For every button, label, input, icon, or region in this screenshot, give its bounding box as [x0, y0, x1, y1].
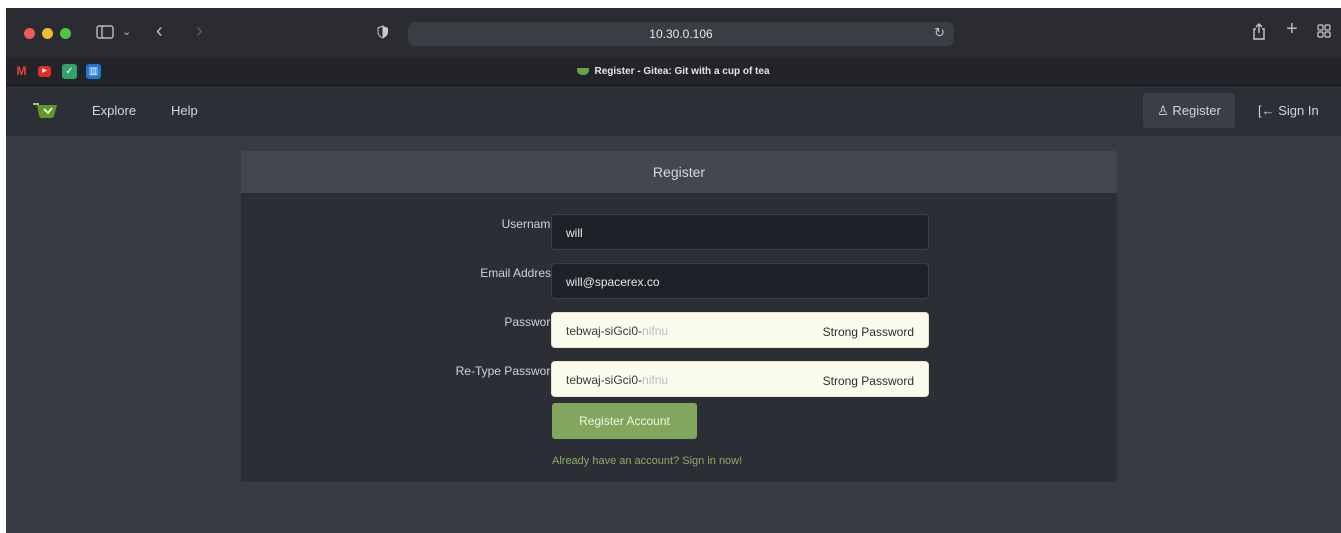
address-bar[interactable]: 10.30.0.106 ↻	[408, 22, 954, 46]
username-field[interactable]: will	[551, 214, 929, 250]
browser-toolbar: ⌄ ‹ › 10.30.0.106 ↻ +	[6, 8, 1341, 58]
password-label-text: Password	[504, 315, 557, 329]
nav-register-button[interactable]: ♙ Register	[1143, 93, 1235, 128]
browser-window: ⌄ ‹ › 10.30.0.106 ↻ + M ▶ ✓ ▥ Register -…	[6, 8, 1341, 533]
sidebar-icon[interactable]	[96, 25, 114, 43]
gitea-logo-icon[interactable]	[32, 102, 58, 118]
retype-password-value: tebwaj-siGci0-nifnu	[566, 362, 668, 398]
username-label: Username*	[501, 214, 565, 231]
password-value-faded: nifnu	[642, 324, 669, 338]
tab-overview-icon[interactable]	[1317, 24, 1331, 42]
strong-password-hint[interactable]: Strong Password	[823, 314, 914, 350]
forward-icon[interactable]: ›	[196, 21, 203, 41]
gitea-navbar: Explore Help ♙ Register [← Sign In	[6, 86, 1341, 136]
password-field[interactable]: tebwaj-siGci0-nifnu Strong Password	[551, 312, 929, 348]
username-value: will	[566, 226, 583, 240]
retype-password-field[interactable]: tebwaj-siGci0-nifnu Strong Password	[551, 361, 929, 397]
retype-password-label-text: Re-Type Password	[455, 364, 557, 378]
register-card-header: Register	[241, 151, 1117, 193]
tab-title[interactable]: Register - Gitea: Git with a cup of tea	[6, 66, 1341, 77]
gitea-tab-icon	[577, 67, 590, 75]
address-url: 10.30.0.106	[649, 27, 713, 41]
retype-password-value-visible: tebwaj-siGci0-	[566, 373, 643, 387]
retype-password-value-faded: nifnu	[642, 373, 669, 387]
tab-title-text: Register - Gitea: Git with a cup of tea	[594, 66, 770, 77]
email-label: Email Address*	[480, 263, 565, 280]
back-icon[interactable]: ‹	[156, 21, 163, 41]
signin-now-link[interactable]: Already have an account? Sign in now!	[552, 455, 742, 467]
nav-help-link[interactable]: Help	[171, 103, 198, 118]
reload-icon[interactable]: ↻	[934, 25, 945, 41]
email-field[interactable]: will@spacerex.co	[551, 263, 929, 299]
close-window-button[interactable]	[24, 28, 35, 39]
zoom-window-button[interactable]	[60, 28, 71, 39]
privacy-shield-icon[interactable]	[377, 25, 389, 43]
retype-password-label: Re-Type Password*	[455, 361, 565, 378]
share-icon[interactable]	[1252, 23, 1266, 44]
sign-in-icon: [←	[1258, 103, 1275, 118]
user-icon: ♙	[1157, 103, 1169, 118]
nav-signin-link[interactable]: [← Sign In	[1258, 103, 1319, 118]
nav-register-label: Register	[1172, 103, 1221, 118]
password-value: tebwaj-siGci0-nifnu	[566, 313, 668, 349]
register-title: Register	[652, 164, 706, 180]
nav-explore-link[interactable]: Explore	[92, 103, 136, 118]
minimize-window-button[interactable]	[42, 28, 53, 39]
email-value: will@spacerex.co	[566, 275, 660, 289]
register-account-button[interactable]: Register Account	[552, 403, 697, 439]
password-value-visible: tebwaj-siGci0-	[566, 324, 643, 338]
chevron-down-icon[interactable]: ⌄	[122, 24, 131, 40]
email-label-text: Email Address	[480, 266, 557, 280]
password-label: Password*	[504, 312, 565, 329]
new-tab-icon[interactable]: +	[1286, 19, 1298, 39]
register-form: Username* will Email Address* will@space…	[241, 193, 1117, 482]
strong-password-hint[interactable]: Strong Password	[823, 363, 914, 399]
nav-signin-label: Sign In	[1278, 103, 1319, 118]
username-label-text: Username	[501, 217, 557, 231]
